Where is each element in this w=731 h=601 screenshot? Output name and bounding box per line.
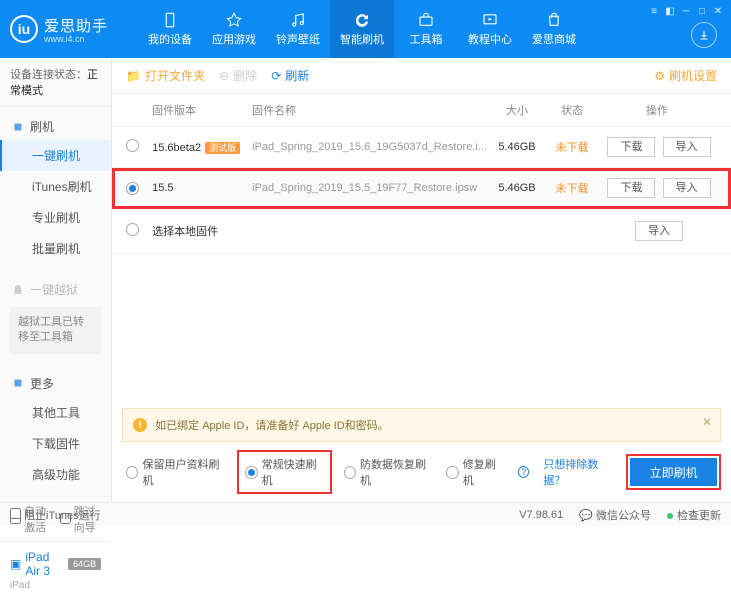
app-url: www.i4.cn: [44, 34, 108, 44]
jailbreak-note: 越狱工具已转移至工具箱: [10, 307, 101, 354]
mode-repair[interactable]: 修复刷机: [446, 456, 504, 488]
nav-ringtone[interactable]: 铃声壁纸: [266, 0, 330, 58]
firmware-row[interactable]: 15.6beta2测试版 iPad_Spring_2019_15.6_19G50…: [112, 127, 731, 168]
th-name: 固件名称: [252, 102, 487, 118]
block-itunes-checkbox[interactable]: 阻止iTunes运行: [10, 507, 101, 523]
firmware-row-selected[interactable]: 15.5 iPad_Spring_2019_15.5_19F77_Restore…: [112, 168, 731, 209]
sidebar-group-jailbreak[interactable]: 一键越狱: [0, 276, 111, 303]
sidebar-item-itunes[interactable]: iTunes刷机: [0, 171, 111, 202]
device-info[interactable]: ▣ iPad Air 3 64GB iPad: [0, 541, 111, 601]
row-radio[interactable]: [126, 223, 139, 236]
mode-anti-recover[interactable]: 防数据恢复刷机: [344, 456, 433, 488]
nav-tutorial[interactable]: 教程中心: [458, 0, 522, 58]
gear-icon: ⚙: [654, 69, 665, 83]
nav-my-device[interactable]: 我的设备: [138, 0, 202, 58]
close-icon[interactable]: ✕: [711, 4, 725, 18]
import-button[interactable]: 导入: [663, 137, 711, 157]
sidebar-group-flash[interactable]: 刷机: [0, 113, 111, 140]
menu-icon[interactable]: ≡: [647, 4, 661, 18]
row-radio[interactable]: [126, 139, 139, 152]
th-status: 状态: [547, 102, 597, 118]
sidebar-item-pro[interactable]: 专业刷机: [0, 202, 111, 233]
delete-button: ⊖删除: [219, 67, 257, 84]
flash-settings-button[interactable]: ⚙刷机设置: [654, 67, 717, 84]
th-size: 大小: [487, 102, 547, 118]
th-ops: 操作: [597, 102, 717, 118]
check-update-link[interactable]: 检查更新: [667, 507, 721, 523]
nav-apps[interactable]: 应用游戏: [202, 0, 266, 58]
warning-icon: !: [133, 418, 147, 432]
download-button[interactable]: 下载: [607, 137, 655, 157]
delete-icon: ⊖: [219, 69, 229, 83]
beta-badge: 测试版: [205, 142, 240, 154]
sidebar-item-other[interactable]: 其他工具: [0, 397, 111, 428]
import-button[interactable]: 导入: [663, 178, 711, 198]
info-icon[interactable]: ?: [518, 466, 529, 478]
maximize-icon[interactable]: □: [695, 4, 709, 18]
exclude-data-link[interactable]: 只想排除数据？: [543, 456, 616, 488]
appleid-warning: ! 如已绑定 Apple ID，请准备好 Apple ID和密码。 ✕: [122, 408, 721, 442]
connection-status: 设备连接状态：正常模式: [0, 58, 111, 107]
flash-now-button[interactable]: 立即刷机: [630, 458, 717, 486]
skin-icon[interactable]: ◧: [663, 4, 677, 18]
app-logo: iu: [10, 15, 38, 43]
download-indicator-icon[interactable]: [691, 22, 717, 48]
sidebar-item-download[interactable]: 下载固件: [0, 428, 111, 459]
sidebar-item-batch[interactable]: 批量刷机: [0, 233, 111, 264]
refresh-icon: ⟳: [271, 69, 281, 83]
local-firmware-row[interactable]: 选择本地固件 导入: [112, 209, 731, 254]
nav-flash[interactable]: 智能刷机: [330, 0, 394, 58]
nav-toolbox[interactable]: 工具箱: [394, 0, 458, 58]
open-folder-button[interactable]: 📁打开文件夹: [126, 67, 205, 84]
close-warning-icon[interactable]: ✕: [702, 415, 712, 429]
sidebar-item-advanced[interactable]: 高级功能: [0, 459, 111, 490]
import-button[interactable]: 导入: [635, 221, 683, 241]
sidebar-item-oneclick[interactable]: 一键刷机: [0, 140, 111, 171]
minimize-icon[interactable]: ─: [679, 4, 693, 18]
version-label: V7.98.61: [519, 509, 563, 521]
th-version: 固件版本: [152, 102, 252, 118]
row-radio[interactable]: [126, 182, 139, 195]
refresh-button[interactable]: ⟳刷新: [271, 67, 309, 84]
sidebar-group-more[interactable]: 更多: [0, 370, 111, 397]
mode-keep-data[interactable]: 保留用户资料刷机: [126, 456, 225, 488]
nav-store[interactable]: 爱思商城: [522, 0, 586, 58]
mode-normal[interactable]: 常规快速刷机: [239, 452, 329, 492]
download-button[interactable]: 下载: [607, 178, 655, 198]
wechat-link[interactable]: 💬 微信公众号: [579, 507, 651, 523]
app-name: 爱思助手: [44, 15, 108, 36]
folder-icon: 📁: [126, 69, 141, 83]
device-icon: ▣: [10, 557, 21, 571]
